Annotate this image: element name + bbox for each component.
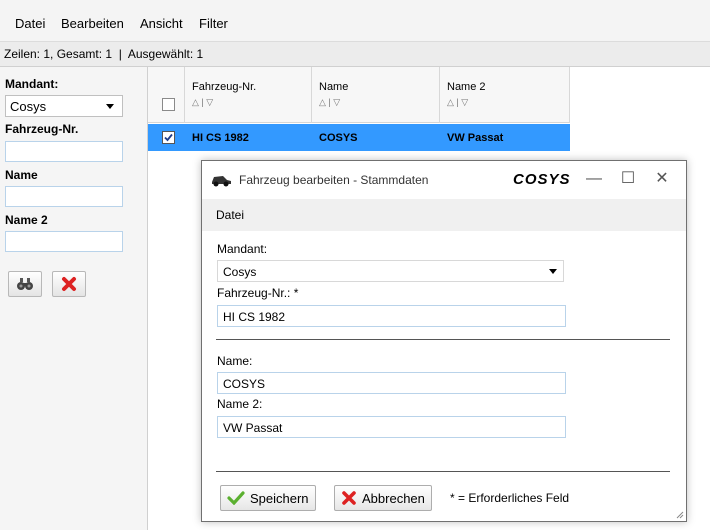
- cancel-label: Abbrechen: [362, 490, 425, 506]
- cell-name2: VW Passat: [447, 132, 504, 144]
- name2-label: Name 2:: [217, 397, 263, 411]
- column-title: Name 2: [447, 81, 486, 93]
- checkmark-icon: [164, 133, 173, 142]
- filter-panel: Mandant: Cosys Fahrzeug-Nr. Name Name 2: [0, 67, 148, 530]
- menu-ansicht[interactable]: Ansicht: [140, 16, 183, 31]
- mandant-select[interactable]: Cosys: [217, 260, 564, 282]
- column-header-name[interactable]: Name △ | ▽: [312, 67, 440, 123]
- name-label: Name:: [217, 354, 253, 368]
- select-all-checkbox[interactable]: [162, 98, 175, 111]
- fahrzeug-label: Fahrzeug-Nr.: *: [217, 286, 299, 300]
- sort-icon[interactable]: △ | ▽: [192, 97, 213, 108]
- name-filter-input[interactable]: [5, 186, 123, 207]
- divider: [216, 339, 670, 340]
- name2-input[interactable]: VW Passat: [217, 416, 566, 438]
- mandant-label: Mandant:: [5, 77, 59, 91]
- column-title: Name: [319, 81, 349, 93]
- dialog-menu-bar: Datei: [202, 199, 686, 231]
- save-label: Speichern: [250, 490, 309, 506]
- menu-bearbeiten[interactable]: Bearbeiten: [61, 16, 124, 31]
- chevron-down-icon: [549, 269, 557, 274]
- red-x-icon: [62, 277, 76, 291]
- mandant-value: Cosys: [10, 99, 47, 114]
- dialog-title: Fahrzeug bearbeiten - Stammdaten: [239, 173, 429, 187]
- fahrzeug-input[interactable]: HI CS 1982: [217, 305, 566, 327]
- grid-header: Fahrzeug-Nr. △ | ▽ Name △ | ▽ Name 2 △ |…: [148, 67, 570, 123]
- edit-vehicle-dialog: Fahrzeug bearbeiten - Stammdaten COSYS —…: [201, 160, 687, 522]
- name2-label: Name 2: [5, 213, 48, 227]
- mandant-value: Cosys: [223, 265, 257, 279]
- name-input[interactable]: COSYS: [217, 372, 566, 394]
- name-label: Name: [5, 168, 38, 182]
- close-icon[interactable]: ✕: [652, 169, 672, 189]
- clear-filter-button[interactable]: [52, 271, 86, 297]
- binoculars-icon: [17, 278, 33, 290]
- menu-datei[interactable]: Datei: [15, 16, 45, 31]
- select-all-column: [148, 67, 185, 123]
- cosys-logo: COSYS: [513, 171, 571, 188]
- dialog-titlebar[interactable]: Fahrzeug bearbeiten - Stammdaten COSYS —…: [202, 161, 686, 199]
- row-checkbox-cell: [148, 124, 185, 151]
- status-bar: Zeilen: 1, Gesamt: 1 | Ausgewählt: 1: [0, 42, 710, 67]
- cell-fahrzeug: HI CS 1982: [192, 132, 249, 144]
- menu-filter[interactable]: Filter: [199, 16, 228, 31]
- column-title: Fahrzeug-Nr.: [192, 81, 257, 93]
- required-field-note: * = Erforderliches Feld: [450, 491, 570, 505]
- search-button[interactable]: [8, 271, 42, 297]
- red-x-icon: [342, 491, 356, 505]
- save-button[interactable]: Speichern: [220, 485, 316, 511]
- column-header-fahrzeug[interactable]: Fahrzeug-Nr. △ | ▽: [185, 67, 312, 123]
- menu-bar: Datei Bearbeiten Ansicht Filter: [0, 0, 710, 42]
- dialog-menu-datei[interactable]: Datei: [216, 208, 244, 222]
- cell-name: COSYS: [319, 132, 358, 144]
- checkmark-icon: [227, 491, 245, 505]
- resize-grip-icon[interactable]: [674, 509, 684, 519]
- column-header-name2[interactable]: Name 2 △ | ▽: [440, 67, 570, 123]
- mandant-select[interactable]: Cosys: [5, 95, 123, 117]
- cancel-button[interactable]: Abbrechen: [334, 485, 432, 511]
- fahrzeug-filter-input[interactable]: [5, 141, 123, 162]
- table-row[interactable]: HI CS 1982 COSYS VW Passat: [185, 124, 570, 151]
- fahrzeug-label: Fahrzeug-Nr.: [5, 122, 79, 136]
- maximize-icon[interactable]: ☐: [618, 169, 638, 189]
- sort-icon[interactable]: △ | ▽: [319, 97, 340, 108]
- car-icon: [212, 176, 231, 187]
- sort-icon[interactable]: △ | ▽: [447, 97, 468, 108]
- status-text: Zeilen: 1, Gesamt: 1 | Ausgewählt: 1: [4, 47, 204, 61]
- row-checkbox[interactable]: [162, 131, 175, 144]
- minimize-icon[interactable]: —: [584, 169, 604, 189]
- divider: [216, 471, 670, 472]
- name2-filter-input[interactable]: [5, 231, 123, 252]
- mandant-label: Mandant:: [217, 242, 268, 256]
- chevron-down-icon: [106, 104, 114, 109]
